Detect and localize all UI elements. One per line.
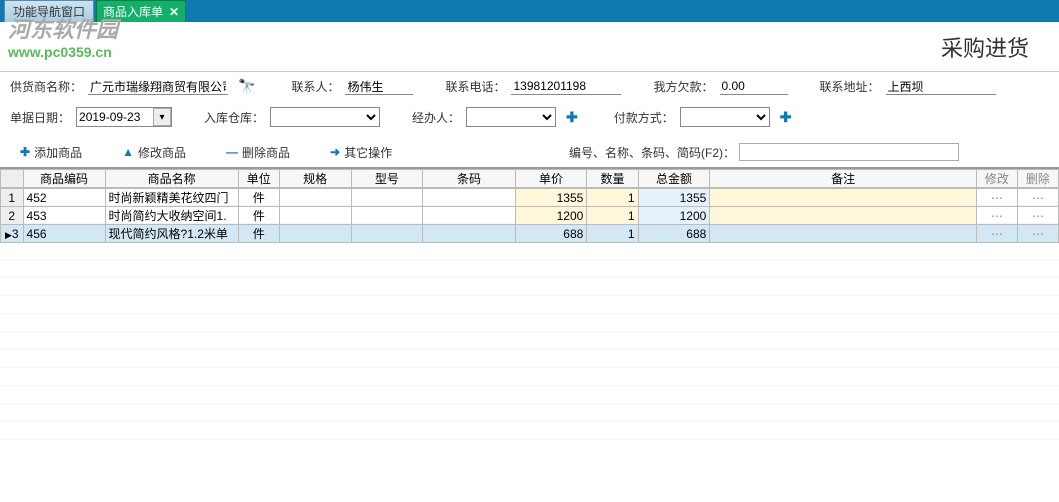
row-edit-button[interactable]: ⋯ [976,189,1017,207]
supplier-row: 供货商名称： 🔭 联系人： 联系电话： 我方欠款： 联系地址： [0,72,1059,101]
other-ops-button[interactable]: ➜其它操作 [330,144,392,161]
close-icon[interactable]: ✕ [169,5,179,19]
contact-label: 联系人： [291,78,339,95]
search-input[interactable] [739,143,959,161]
date-picker[interactable]: ▾ [76,107,172,127]
search-label: 编号、名称、条码、简码(F2)： [569,144,735,161]
add-pay-icon[interactable]: ✚ [776,109,796,126]
debt-input[interactable] [720,78,788,95]
row-delete-button[interactable]: ⋯ [1017,225,1058,243]
date-label: 单据日期： [10,109,70,126]
row-edit-button[interactable]: ⋯ [976,225,1017,243]
add-product-button[interactable]: ✚添加商品 [20,144,82,161]
tab-nav-window[interactable]: 功能导航窗口 [4,0,94,22]
tab-inbound-order[interactable]: 商品入库单 ✕ [96,0,186,22]
delete-product-button[interactable]: —删除商品 [226,144,290,161]
toolbar: ✚添加商品 ▲修改商品 —删除商品 ➜其它操作 编号、名称、条码、简码(F2)： [0,137,1059,168]
warehouse-label: 入库仓库： [204,109,264,126]
page-header: 采购进货 [0,22,1059,72]
plus-icon: ✚ [20,145,30,159]
chevron-down-icon[interactable]: ▾ [153,108,171,126]
table-row[interactable]: 1452时尚新颖精美花纹四门件135511355⋯⋯ [1,189,1059,207]
supplier-label: 供货商名称： [10,78,82,95]
row-edit-button[interactable]: ⋯ [976,207,1017,225]
table-row[interactable]: 2453时尚简约大收纳空间1.件120011200⋯⋯ [1,207,1059,225]
title-bar: 功能导航窗口 商品入库单 ✕ [0,0,1059,22]
edit-icon: ▲ [122,145,134,159]
pay-select[interactable] [680,107,770,127]
date-input[interactable] [77,110,153,124]
debt-label: 我方欠款： [653,78,713,95]
phone-label: 联系电话： [445,78,505,95]
grid: 商品编码 商品名称 单位 规格 型号 条码 单价 数量 总金额 备注 修改 删除… [0,168,1059,468]
addr-input[interactable] [886,78,996,95]
horizontal-scrollbar[interactable] [0,452,1059,468]
arrow-down-icon: ➜ [330,145,340,159]
pay-label: 付款方式： [614,109,674,126]
addr-label: 联系地址： [820,78,880,95]
warehouse-select[interactable] [270,107,380,127]
binoculars-icon[interactable]: 🔭 [234,78,259,95]
add-handler-icon[interactable]: ✚ [562,109,582,126]
minus-icon: — [226,145,238,159]
table-row[interactable]: ▶3456现代简约风格?1.2米单件6881688⋯⋯ [1,225,1059,243]
table-body-scroll[interactable]: 1452时尚新颖精美花纹四门件135511355⋯⋯2453时尚简约大收纳空间1… [0,188,1059,452]
row-delete-button[interactable]: ⋯ [1017,207,1058,225]
handler-select[interactable] [466,107,556,127]
supplier-input[interactable] [88,78,228,95]
handler-label: 经办人： [412,109,460,126]
contact-input[interactable] [345,78,413,95]
edit-product-button[interactable]: ▲修改商品 [122,144,186,161]
page-title: 采购进货 [941,31,1029,63]
phone-input[interactable] [511,78,621,95]
row-delete-button[interactable]: ⋯ [1017,189,1058,207]
date-row: 单据日期： ▾ 入库仓库： 经办人： ✚ 付款方式： ✚ [0,101,1059,133]
table-header: 商品编码 商品名称 单位 规格 型号 条码 单价 数量 总金额 备注 修改 删除 [1,170,1059,188]
